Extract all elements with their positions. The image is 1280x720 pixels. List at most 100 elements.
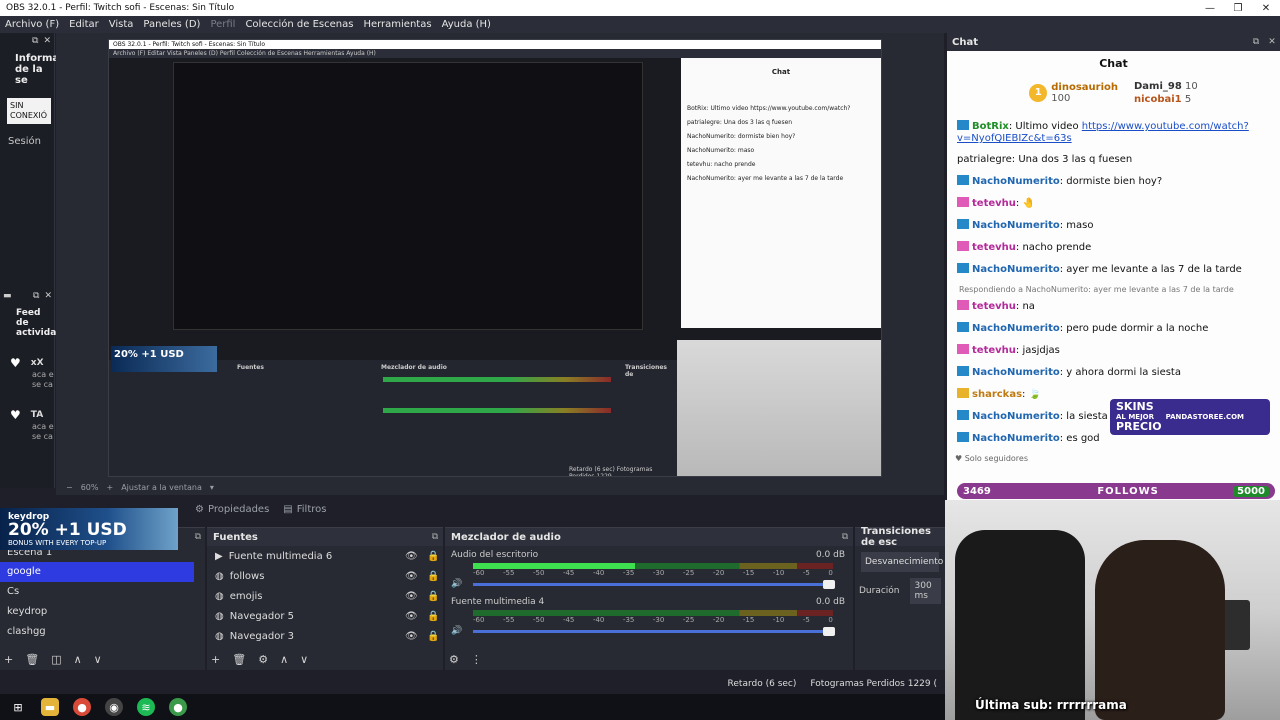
menu-paneles[interactable]: Paneles (D) (138, 19, 205, 30)
dock-float-icon[interactable]: ⧉ (33, 291, 39, 301)
nested-title: OBS 32.0.1 - Perfil: Twitch sofi - Escen… (109, 40, 881, 49)
eye-icon[interactable]: 👁 (405, 611, 421, 622)
preview-canvas[interactable]: OBS 32.0.1 - Perfil: Twitch sofi - Escen… (56, 33, 944, 495)
sources-header: Fuentes ⧉ (207, 528, 443, 546)
chrome-profile-icon[interactable]: ● (169, 698, 187, 716)
volume-slider[interactable] (473, 579, 835, 589)
chat-username[interactable]: tetevhu (972, 242, 1016, 253)
file-explorer-icon[interactable]: ▬ (41, 698, 59, 716)
dock-float-icon[interactable]: ⧉ (1248, 37, 1264, 47)
lock-icon[interactable]: 🔒 (427, 611, 443, 622)
eye-icon[interactable]: 👁 (405, 631, 421, 642)
chat-username[interactable]: NachoNumerito (972, 433, 1060, 444)
move-down-icon[interactable]: ∨ (300, 653, 308, 666)
add-scene-icon[interactable]: + (4, 653, 13, 666)
source-item[interactable]: ▶ Fuente multimedia 6 👁 🔒 (207, 546, 443, 566)
source-item[interactable]: ◍ emojis 👁 🔒 (207, 586, 443, 606)
maximize-icon[interactable]: ❐ (1224, 3, 1252, 14)
scene-filters-icon[interactable]: ◫ (51, 653, 61, 666)
source-item[interactable]: ◍ follows 👁 🔒 (207, 566, 443, 586)
chat-username[interactable]: tetevhu (972, 345, 1016, 356)
dock-close-icon[interactable]: ✕ (1264, 37, 1280, 47)
lock-icon[interactable]: 🔒 (427, 571, 443, 582)
chevron-down-icon[interactable]: ▾ (210, 483, 214, 492)
chat-username[interactable]: tetevhu (972, 198, 1016, 209)
slider-handle[interactable] (823, 626, 835, 636)
remove-scene-icon[interactable]: 🗑 (25, 653, 39, 666)
scene-item-cs[interactable]: Cs (0, 582, 205, 602)
volume-slider[interactable] (473, 626, 835, 636)
mixer-menu-icon[interactable]: ⋮ (471, 653, 482, 666)
menu-ayuda[interactable]: Ayuda (H) (437, 19, 496, 30)
menu-vista[interactable]: Vista (104, 19, 139, 30)
chat-username[interactable]: tetevhu (972, 301, 1016, 312)
zoom-out-icon[interactable]: − (66, 483, 73, 492)
scene-item-clashgg[interactable]: clashgg (0, 622, 205, 642)
move-up-icon[interactable]: ∧ (280, 653, 288, 666)
close-icon[interactable]: ✕ (1252, 3, 1280, 14)
chat-username[interactable]: NachoNumerito (972, 411, 1060, 422)
source-settings-icon[interactable]: ⚙ (258, 653, 268, 666)
scene-item-google[interactable]: google (0, 562, 194, 582)
fit-window-label[interactable]: Ajustar a la ventana (121, 483, 202, 492)
chat-text: 🍃 (1028, 389, 1042, 400)
menu-coleccion[interactable]: Colección de Escenas (240, 19, 358, 30)
remove-source-icon[interactable]: 🗑 (232, 653, 246, 666)
menu-editar[interactable]: Editar (64, 19, 104, 30)
obs-icon[interactable]: ◉ (105, 698, 123, 716)
chat-username[interactable]: patrialegre (957, 154, 1012, 165)
spotify-icon[interactable]: ≋ (137, 698, 155, 716)
connection-badge: SIN CONEXIÓ (7, 98, 51, 124)
menu-perfil[interactable]: Perfil (205, 19, 240, 30)
eye-icon[interactable]: 👁 (405, 591, 421, 602)
chat-username[interactable]: BotRix (972, 121, 1009, 132)
chat-title: Chat (1099, 57, 1128, 70)
filters-button[interactable]: ▤ Filtros (283, 504, 326, 515)
minimize-icon[interactable]: — (1196, 3, 1224, 14)
kick-badge-icon (957, 432, 969, 442)
move-down-icon[interactable]: ∨ (94, 653, 102, 666)
source-item[interactable]: ◍ Navegador 5 👁 🔒 (207, 606, 443, 626)
speaker-icon[interactable]: 🔊 (451, 579, 467, 589)
duration-label: Duración (859, 586, 900, 596)
transition-select[interactable]: Desvanecimiento (861, 552, 943, 572)
dock-float-icon[interactable]: ⧉ (427, 532, 443, 542)
chat-message: tetevhu: jasjdjas (947, 344, 1280, 357)
chrome-icon[interactable]: ● (73, 698, 91, 716)
lock-icon[interactable]: 🔒 (427, 591, 443, 602)
followers-only-notice: ♥ Solo seguidores (955, 454, 1028, 463)
chat-username[interactable]: NachoNumerito (972, 176, 1060, 187)
dock-close-icon[interactable]: ✕ (44, 291, 52, 301)
move-up-icon[interactable]: ∧ (74, 653, 82, 666)
dock-close-icon[interactable]: ✕ (43, 36, 51, 46)
add-source-icon[interactable]: + (211, 653, 220, 666)
dock-menu-icon[interactable]: ▬ (3, 291, 12, 301)
menu-archivo[interactable]: Archivo (F) (0, 19, 64, 30)
source-item[interactable]: ◍ Navegador 3 👁 🔒 (207, 626, 443, 646)
duration-input[interactable]: 300 ms (909, 578, 941, 604)
menu-herramientas[interactable]: Herramientas (358, 19, 436, 30)
speaker-icon[interactable]: 🔊 (451, 626, 467, 636)
mixer-settings-icon[interactable]: ⚙ (449, 653, 459, 666)
nested-webcam (677, 340, 881, 476)
eye-icon[interactable]: 👁 (405, 571, 421, 582)
chat-username[interactable]: NachoNumerito (972, 264, 1060, 275)
twitch-badge-icon (957, 241, 969, 251)
chat-username[interactable]: NachoNumerito (972, 323, 1060, 334)
chat-username[interactable]: sharckas (972, 389, 1022, 400)
eye-icon[interactable]: 👁 (405, 551, 421, 562)
dock-float-icon[interactable]: ⧉ (837, 532, 853, 542)
dock-float-icon[interactable]: ⧉ (195, 532, 201, 542)
scene-item-keydrop[interactable]: keydrop (0, 602, 205, 622)
properties-button[interactable]: ⚙ Propiedades (195, 504, 269, 515)
nested-meter (383, 408, 611, 413)
lock-icon[interactable]: 🔒 (427, 631, 443, 642)
chat-username[interactable]: NachoNumerito (972, 367, 1060, 378)
windows-start-icon[interactable]: ⊞ (9, 698, 27, 716)
scale-tick: -55 (502, 616, 515, 624)
dock-float-icon[interactable]: ⧉ (32, 36, 38, 46)
zoom-in-icon[interactable]: + (106, 483, 113, 492)
slider-handle[interactable] (823, 579, 835, 589)
lock-icon[interactable]: 🔒 (427, 551, 443, 562)
chat-username[interactable]: NachoNumerito (972, 220, 1060, 231)
